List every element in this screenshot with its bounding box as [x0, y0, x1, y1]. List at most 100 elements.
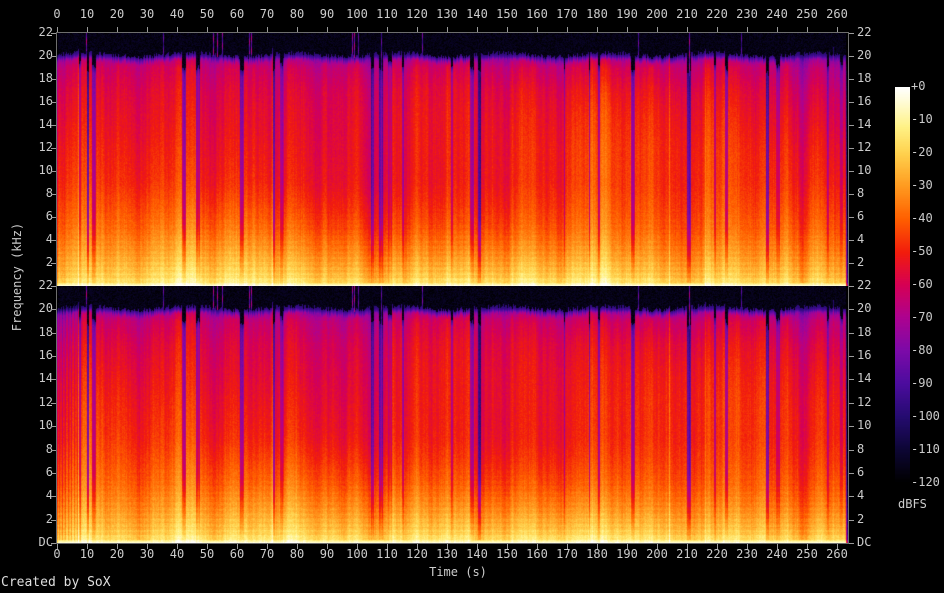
freq-tick-right [849, 263, 854, 264]
colorbar-tick-label: -100 [911, 409, 940, 423]
time-tick-label-bottom: 240 [766, 547, 788, 561]
freq-tick-label-left: 10 [38, 163, 53, 177]
freq-tick-label-left: 12 [38, 140, 53, 154]
colorbar-tick-label: -40 [911, 211, 933, 225]
freq-tick-right [849, 496, 854, 497]
time-tick-label-top: 120 [406, 7, 428, 21]
freq-tick-right [849, 543, 854, 544]
time-tick-label-bottom: 10 [79, 547, 95, 561]
freq-tick-right [849, 148, 854, 149]
time-tick-label-top: 160 [526, 7, 548, 21]
time-tick-bottom [777, 544, 778, 549]
time-tick-label-bottom: 260 [826, 547, 848, 561]
freq-tick-left [51, 473, 56, 474]
freq-tick-right [849, 473, 854, 474]
time-tick-label-bottom: 190 [616, 547, 638, 561]
freq-tick-label-right: 20 [857, 301, 872, 315]
freq-tick-label-right: 20 [857, 48, 872, 62]
freq-tick-label-left: 14 [38, 117, 53, 131]
time-tick-bottom [477, 544, 478, 549]
time-tick-label-bottom: 220 [706, 547, 728, 561]
freq-tick-right [849, 333, 854, 334]
time-tick-bottom [357, 544, 358, 549]
time-tick-label-top: 180 [586, 7, 608, 21]
time-tick-top [327, 27, 328, 32]
time-tick-label-bottom: 70 [259, 547, 275, 561]
freq-tick-label-right: 14 [857, 371, 872, 385]
colorbar-tick-label: -60 [911, 277, 933, 291]
freq-tick-right [849, 240, 854, 241]
time-tick-bottom [117, 544, 118, 549]
freq-tick-right [849, 217, 854, 218]
time-tick-top [267, 27, 268, 32]
freq-tick-left [51, 286, 56, 287]
freq-tick-right [849, 309, 854, 310]
freq-tick-left [51, 496, 56, 497]
time-tick-top [207, 27, 208, 32]
time-tick-bottom [237, 544, 238, 549]
time-tick-top [597, 27, 598, 32]
time-tick-top [837, 27, 838, 32]
time-tick-label-top: 130 [436, 7, 458, 21]
freq-tick-right [849, 194, 854, 195]
freq-tick-label-right: DC [857, 535, 872, 549]
time-tick-label-bottom: 150 [496, 547, 518, 561]
freq-tick-label-right: 12 [857, 140, 872, 154]
time-tick-label-top: 30 [139, 7, 155, 21]
time-tick-top [507, 27, 508, 32]
time-tick-label-top: 250 [796, 7, 818, 21]
time-tick-label-bottom: 90 [319, 547, 335, 561]
time-tick-label-bottom: 110 [376, 547, 398, 561]
time-tick-label-bottom: 250 [796, 547, 818, 561]
sox-spectrogram-window: 0 0 10 10 20 20 30 30 40 40 50 50 60 60 70 70 80 80 90 90 10… [0, 0, 944, 593]
freq-tick-left [51, 125, 56, 126]
time-tick-label-top: 90 [319, 7, 335, 21]
freq-tick-label-left: DC [38, 535, 53, 549]
freq-tick-left [51, 79, 56, 80]
time-tick-label-bottom: 0 [53, 547, 61, 561]
time-tick-label-top: 210 [676, 7, 698, 21]
time-tick-bottom [837, 544, 838, 549]
freq-tick-left [51, 217, 56, 218]
time-tick-bottom [57, 544, 58, 549]
freq-tick-label-right: 4 [857, 488, 865, 502]
time-tick-label-top: 260 [826, 7, 848, 21]
freq-tick-label-left: 22 [38, 25, 53, 39]
freq-tick-left [51, 356, 56, 357]
freq-tick-right [849, 403, 854, 404]
time-tick-bottom [627, 544, 628, 549]
time-tick-label-top: 60 [229, 7, 245, 21]
freq-tick-label-right: 6 [857, 465, 865, 479]
freq-tick-label-left: 18 [38, 71, 53, 85]
time-tick-label-top: 240 [766, 7, 788, 21]
time-tick-label-top: 140 [466, 7, 488, 21]
freq-tick-label-left: 8 [45, 442, 53, 456]
colorbar-tick-label: -30 [911, 178, 933, 192]
time-tick-bottom [597, 544, 598, 549]
time-tick-label-top: 20 [109, 7, 125, 21]
time-tick-label-bottom: 180 [586, 547, 608, 561]
freq-tick-label-right: 2 [857, 255, 865, 269]
time-tick-label-bottom: 100 [346, 547, 368, 561]
time-tick-top [417, 27, 418, 32]
time-tick-label-bottom: 50 [199, 547, 215, 561]
time-tick-bottom [147, 544, 148, 549]
time-tick-label-bottom: 60 [229, 547, 245, 561]
freq-tick-label-right: 12 [857, 395, 872, 409]
freq-tick-right [849, 450, 854, 451]
freq-tick-label-left: 20 [38, 48, 53, 62]
time-tick-label-top: 80 [289, 7, 305, 21]
time-tick-top [237, 27, 238, 32]
time-tick-top [807, 27, 808, 32]
freq-tick-left [51, 102, 56, 103]
time-tick-bottom [657, 544, 658, 549]
time-tick-bottom [807, 544, 808, 549]
colorbar-tick-label: -50 [911, 244, 933, 258]
colorbar-tick-label: -70 [911, 310, 933, 324]
freq-tick-left [51, 148, 56, 149]
time-tick-top [387, 27, 388, 32]
time-tick-bottom [447, 544, 448, 549]
time-tick-label-bottom: 130 [436, 547, 458, 561]
time-tick-top [567, 27, 568, 32]
colorbar [895, 87, 910, 483]
